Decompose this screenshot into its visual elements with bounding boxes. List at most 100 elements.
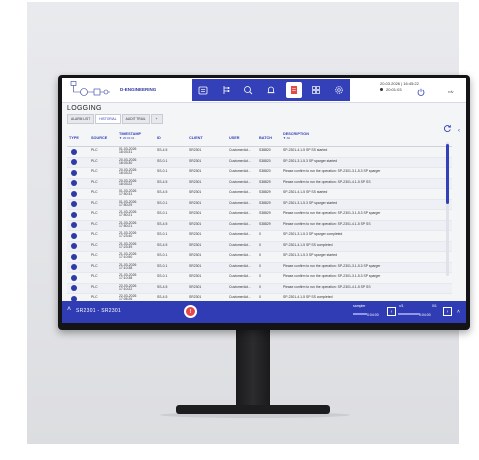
cell-id: SS-4.5: [157, 221, 168, 226]
cell-timestamp: 21-03-2026 17:50:21: [119, 210, 136, 218]
header-batch[interactable]: BATCH: [259, 136, 272, 140]
step-title: x/1: [399, 304, 404, 308]
cell-user: CustomerAd...: [229, 211, 251, 215]
process-diagram-icon: [70, 81, 110, 96]
table-row[interactable]: PLC 01-03-2026 17:50:31 SS-4.5 SR2301 Custome…: [67, 189, 452, 200]
user-label[interactable]: rdv: [448, 89, 454, 94]
alarm-indicator[interactable]: !: [184, 305, 197, 318]
cell-timestamp: 01-03-2026 18:03:31: [119, 147, 136, 155]
cell-desc: SP-2301-3.1-5.3 SP sparger started: [283, 253, 338, 257]
header-type[interactable]: TYPE: [69, 136, 79, 140]
table-row[interactable]: PLC 21-03-2026 17:23:39 SS-4.5 SR2301 Custome…: [67, 241, 452, 252]
power-icon[interactable]: [417, 88, 425, 96]
expand-chevron-icon[interactable]: ˄: [67, 306, 71, 313]
header-description[interactable]: DESCRIPTION ▼ All: [283, 132, 309, 140]
collapse-bottom-icon[interactable]: ˄: [454, 307, 463, 316]
sampler-title: sampler: [353, 304, 366, 308]
cell-timestamp-time: 17:10:38: [119, 265, 133, 270]
table-row[interactable]: PLC 21-03-2026 17:50:21 SS-4.5 SR2301 Custome…: [67, 220, 452, 231]
cell-timestamp-time: 18:03:22: [119, 181, 133, 186]
table-row[interactable]: PLC 20-03-2026 18:03:30 SS-0.1 SR2301 Custome…: [67, 157, 452, 168]
cell-batch: S38820: [259, 158, 271, 163]
header-timestamp[interactable]: TIMESTAMP ▼ 20:01:01: [119, 132, 141, 140]
cell-user: CustomerAd...: [229, 169, 251, 173]
table-row[interactable]: PLC 22-03-2026 17:10:22 SS-4.5 SR2301 Custome…: [67, 283, 452, 294]
tab-alarm-list[interactable]: ALARM LIST: [67, 114, 95, 124]
cell-client: SR2301: [189, 211, 202, 215]
cell-timestamp: 01-03-2026 17:50:29: [119, 200, 136, 208]
scrollbar-thumb[interactable]: [446, 144, 449, 204]
header-user[interactable]: USER: [229, 136, 240, 140]
table-row[interactable]: PLC 21-03-2026 17:50:21 SS-0.1 SR2301 Custome…: [67, 210, 452, 221]
header-id[interactable]: ID: [157, 136, 161, 140]
table-row[interactable]: PLC 20-03-2026 18:03:22 SS-4.5 SR2301 Custome…: [67, 178, 452, 189]
info-type-icon: [71, 243, 77, 249]
cell-id: SS-4.5: [157, 190, 168, 194]
next-button[interactable]: ›: [443, 307, 452, 316]
cell-source: PLC: [91, 253, 98, 257]
cell-source: PLC: [91, 263, 98, 268]
info-type-icon: [71, 274, 77, 281]
cell-client: SR2301: [189, 179, 202, 184]
info-type-icon: [71, 222, 77, 228]
cell-user: CustomerAd...: [229, 274, 251, 278]
cell-desc: SP-2301-3.1-5.3 SP sparger started: [283, 200, 338, 205]
add-tab-button[interactable]: +: [150, 114, 163, 124]
alarm-icon[interactable]: [263, 82, 279, 98]
cell-timestamp: 20-03-2026 18:03:22: [119, 168, 136, 176]
process-icon[interactable]: [218, 82, 234, 98]
cell-timestamp: 21-03-2026 17:10:50: [119, 252, 136, 260]
info-type-icon: [71, 148, 77, 155]
cell-batch: S38829: [259, 200, 271, 205]
recipe-icon[interactable]: [195, 82, 211, 98]
filter-icon[interactable]: ▼: [119, 136, 122, 140]
filter-icon[interactable]: ▼: [283, 136, 286, 140]
table-row[interactable]: PLC 01-03-2026 18:03:31 SS-4.5 SR2301 Custome…: [67, 147, 452, 158]
cell-batch: 0: [259, 263, 261, 268]
header-source[interactable]: SOURCE: [91, 136, 107, 140]
table-row[interactable]: PLC 21-03-2026 17:23:40 SS-0.1 SR2301 Custome…: [67, 231, 452, 242]
cell-client: SR2301: [189, 295, 202, 299]
cell-user: CustomerAd...: [229, 263, 251, 268]
step-page: 0/1: [432, 304, 437, 308]
monitor-screen: D-ENGINEERING 20.03.2026 | 16:45:22 20:0…: [62, 78, 466, 323]
cell-timestamp-time: 17:23:40: [119, 234, 133, 239]
cell-desc: SP-2301-4.1-5 SP SS completed: [283, 295, 333, 299]
cell-desc: Please confirm to run the operation: SP-…: [283, 211, 381, 215]
cell-client: SR2301: [189, 148, 202, 152]
logging-table: TYPE SOURCE TIMESTAMP ▼ 20:01:01 ID CLIE…: [67, 132, 452, 305]
cell-batch: S38829: [259, 190, 271, 194]
analytics-icon[interactable]: [240, 82, 256, 98]
logging-icon[interactable]: [285, 82, 302, 98]
cell-desc: Please confirm to run the operation: SP-…: [283, 169, 381, 173]
cell-client: SR2301: [189, 242, 202, 247]
tab-audit-trail[interactable]: AUDIT TRAIL: [121, 114, 150, 124]
cell-client: SR2301: [189, 263, 202, 268]
cell-id: SS-0.1: [157, 211, 168, 215]
datetime-display: 20.03.2026 | 16:45:22 20:01:03: [380, 81, 419, 93]
unit-selector[interactable]: SR2301 - SR2301: [76, 308, 121, 314]
cell-timestamp: 21-03-2026 17:10:38: [119, 273, 136, 281]
grid-icon[interactable]: [308, 82, 324, 98]
info-type-icon: [71, 169, 77, 176]
table-row[interactable]: PLC 01-03-2026 17:50:29 SS-0.1 SR2301 Custome…: [67, 199, 452, 210]
sampler-progress: [353, 313, 367, 315]
table-scrollbar[interactable]: [446, 142, 449, 276]
tab-historial[interactable]: HISTORIAL: [95, 114, 121, 124]
header-client[interactable]: CLIENT: [189, 136, 203, 140]
cell-desc: Please confirm to run the operation: SP-…: [283, 274, 381, 278]
table-header: TYPE SOURCE TIMESTAMP ▼ 20:01:01 ID CLIE…: [67, 132, 452, 147]
cell-id: SS-4.5: [157, 284, 168, 289]
settings-icon[interactable]: [331, 82, 347, 98]
table-row[interactable]: PLC 21-03-2026 17:10:50 SS-0.1 SR2301 Custome…: [67, 252, 452, 263]
info-type-icon: [71, 201, 77, 207]
cell-client: SR2301: [189, 169, 202, 173]
cell-user: CustomerAd...: [229, 179, 251, 184]
table-row[interactable]: PLC 20-03-2026 18:03:22 SS-0.1 SR2301 Custome…: [67, 168, 452, 179]
collapse-panel-icon[interactable]: ‹: [458, 128, 460, 134]
table-row[interactable]: PLC 21-03-2026 17:10:38 SS-0.1 SR2301 Custome…: [67, 273, 452, 284]
cell-batch: S38820: [259, 169, 271, 173]
table-row[interactable]: PLC 21-03-2026 17:10:38 SS-0.1 SR2301 Custome…: [67, 262, 452, 273]
info-type-icon: [71, 190, 77, 197]
sampler-panel: sampler 0:04:00: [353, 304, 379, 318]
